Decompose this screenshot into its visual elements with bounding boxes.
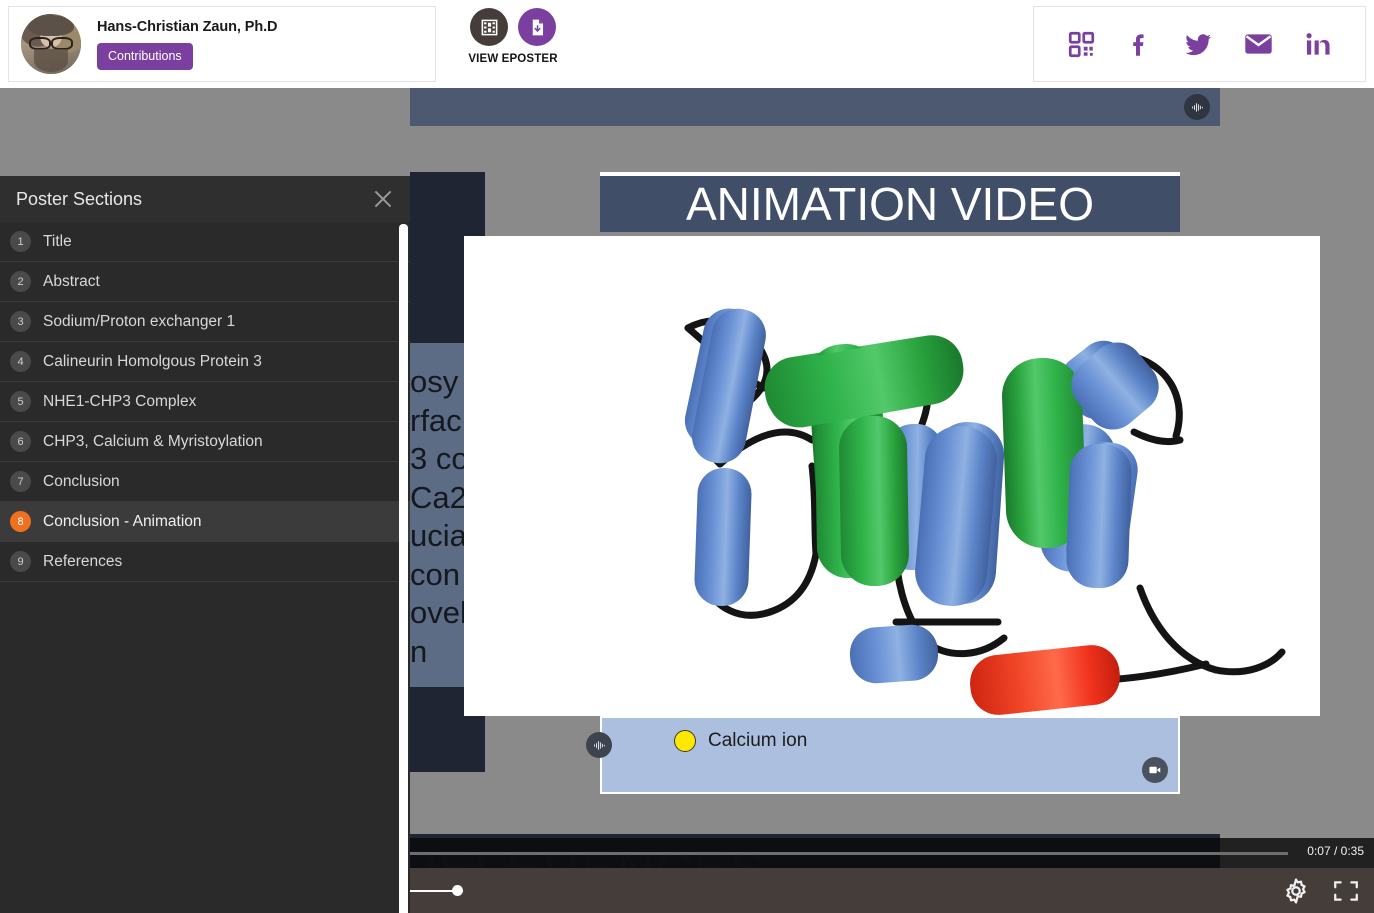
audio-waveform-icon[interactable] bbox=[586, 732, 612, 758]
section-label: Sodium/Proton exchanger 1 bbox=[43, 312, 236, 330]
settings-gear-icon[interactable] bbox=[1282, 868, 1310, 913]
close-icon[interactable] bbox=[370, 186, 396, 212]
qr-code-icon[interactable] bbox=[1068, 31, 1095, 58]
section-label: NHE1-CHP3 Complex bbox=[43, 392, 197, 410]
section-number: 7 bbox=[10, 471, 31, 492]
section-number: 6 bbox=[10, 431, 31, 452]
linkedin-icon[interactable] bbox=[1304, 31, 1331, 58]
contributions-button[interactable]: Contributions bbox=[97, 42, 193, 70]
calcium-ion-dot-icon bbox=[674, 730, 696, 752]
poster-bottom-band bbox=[410, 804, 1220, 834]
twitter-icon[interactable] bbox=[1184, 31, 1213, 58]
sidebar-item-nhe1-chp3-complex[interactable]: 5 NHE1-CHP3 Complex bbox=[0, 382, 410, 422]
sidebar-item-conclusion-animation[interactable]: 8 Conclusion - Animation bbox=[0, 502, 410, 542]
section-label: Conclusion - Animation bbox=[43, 512, 202, 530]
avatar bbox=[21, 14, 81, 74]
film-strip-icon[interactable] bbox=[470, 8, 508, 46]
poster-stage: ANIMATION VIDEO osy rfac 3 co Ca2- ucial… bbox=[0, 88, 1374, 913]
sidebar-item-references[interactable]: 9 References bbox=[0, 542, 410, 582]
sections-list: 1 Title 2 Abstract 3 Sodium/Proton excha… bbox=[0, 222, 410, 582]
eposter-actions: VIEW EPOSTER bbox=[458, 8, 568, 65]
social-share-bar bbox=[1033, 6, 1366, 82]
section-label: Calineurin Homolgous Protein 3 bbox=[43, 352, 262, 370]
audio-waveform-icon[interactable] bbox=[1184, 94, 1210, 120]
email-icon[interactable] bbox=[1244, 32, 1273, 56]
sidebar-item-conclusion[interactable]: 7 Conclusion bbox=[0, 462, 410, 502]
section-label: CHP3, Calcium & Myristoylation bbox=[43, 432, 263, 450]
section-number: 4 bbox=[10, 351, 31, 372]
section-number: 5 bbox=[10, 391, 31, 412]
poster-sections-panel: Poster Sections 1 Title 2 Abstract 3 Sod… bbox=[0, 176, 410, 913]
sidebar-item-chp3-calcium-myristoylation[interactable]: 6 CHP3, Calcium & Myristoylation bbox=[0, 422, 410, 462]
eposter-viewer: Hans-Christian Zaun, Ph.D Contributions bbox=[0, 0, 1374, 913]
file-download-icon[interactable] bbox=[518, 8, 556, 46]
view-eposter-label: VIEW EPOSTER bbox=[468, 53, 558, 65]
top-bar: Hans-Christian Zaun, Ph.D Contributions bbox=[0, 0, 1374, 88]
facebook-icon[interactable] bbox=[1126, 30, 1153, 59]
sidebar-item-sodium-proton-exchanger[interactable]: 3 Sodium/Proton exchanger 1 bbox=[0, 302, 410, 342]
section-number: 2 bbox=[10, 271, 31, 292]
poster-section-header: ANIMATION VIDEO bbox=[600, 172, 1180, 232]
sidebar-header: Poster Sections bbox=[0, 176, 410, 222]
section-number: 3 bbox=[10, 311, 31, 332]
fullscreen-icon[interactable] bbox=[1332, 868, 1360, 913]
section-number: 8 bbox=[10, 511, 31, 532]
section-label: Title bbox=[43, 232, 72, 250]
sidebar-item-title[interactable]: 1 Title bbox=[0, 222, 410, 262]
volume-knob[interactable] bbox=[452, 884, 464, 896]
section-label: References bbox=[43, 552, 123, 570]
right-controls bbox=[1282, 868, 1360, 913]
section-label: Conclusion bbox=[43, 472, 120, 490]
sidebar-item-abstract[interactable]: 2 Abstract bbox=[0, 262, 410, 302]
animation-video-player[interactable]: Ca bbox=[464, 236, 1320, 716]
time-display: 0:07 / 0:35 bbox=[1307, 844, 1364, 858]
author-card: Hans-Christian Zaun, Ph.D Contributions bbox=[8, 6, 436, 82]
section-label: Abstract bbox=[43, 272, 100, 290]
protein-structure-animation: Ca bbox=[684, 308, 1286, 715]
poster-grey-band bbox=[410, 126, 1220, 172]
sidebar-item-calineurin-homolgous-protein-3[interactable]: 4 Calineurin Homolgous Protein 3 bbox=[0, 342, 410, 382]
author-name: Hans-Christian Zaun, Ph.D bbox=[97, 18, 278, 35]
legend-label: Calcium ion bbox=[708, 730, 808, 751]
panel-title: Poster Sections bbox=[16, 188, 143, 209]
poster-top-band bbox=[410, 88, 1220, 126]
sidebar-scrollbar[interactable] bbox=[399, 224, 408, 913]
poster-legend: Calcium ion bbox=[586, 716, 1180, 794]
section-number: 1 bbox=[10, 231, 31, 252]
section-number: 9 bbox=[10, 551, 31, 572]
video-camera-icon[interactable] bbox=[1142, 757, 1168, 783]
